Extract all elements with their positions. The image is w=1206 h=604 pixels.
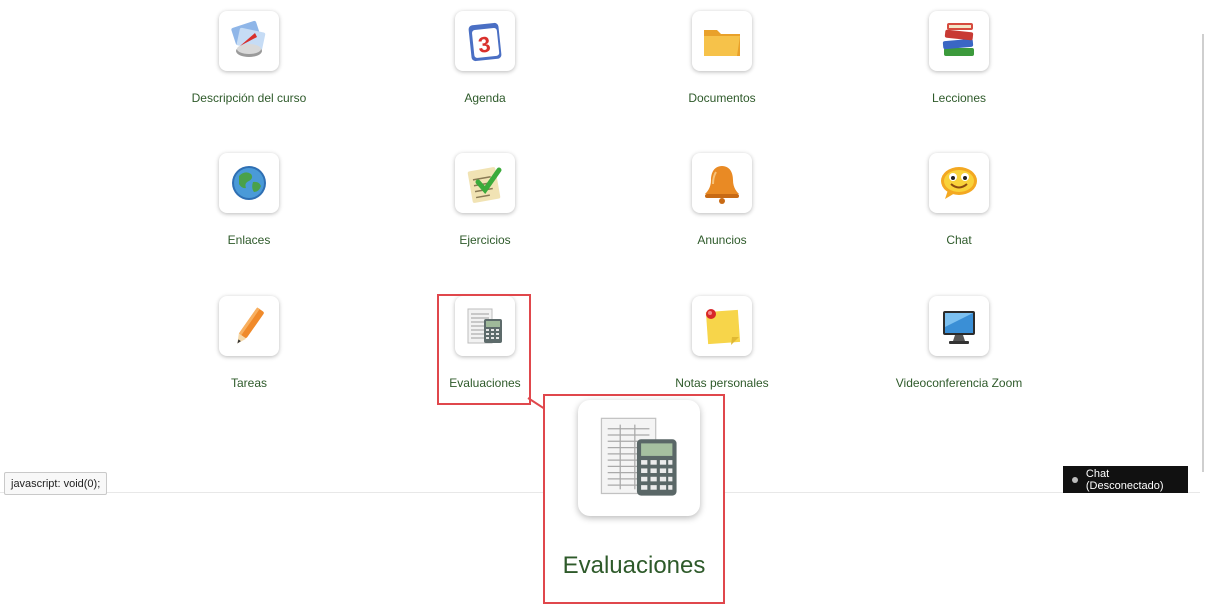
calendar-icon: 3 (455, 11, 515, 71)
tool-links[interactable]: Enlaces (149, 153, 349, 247)
exercise-checklist-icon (455, 153, 515, 213)
tool-label: Descripción del curso (191, 91, 307, 105)
tool-lessons[interactable]: Lecciones (859, 11, 1059, 105)
tool-course-description[interactable]: Descripción del curso (149, 11, 349, 105)
tool-label: Notas personales (675, 376, 769, 390)
calculator-sheet-icon (578, 400, 700, 516)
tool-label: Anuncios (697, 233, 747, 247)
tool-agenda[interactable]: 3 Agenda (385, 11, 585, 105)
chat-status-button[interactable]: Chat (Desconectado) (1063, 466, 1188, 493)
pencil-icon (219, 296, 279, 356)
monitor-icon (929, 296, 989, 356)
calculator-sheet-icon (455, 296, 515, 356)
tool-label: Evaluaciones (449, 376, 521, 390)
tool-label: Tareas (230, 376, 268, 390)
books-icon (929, 11, 989, 71)
tool-label: Enlaces (227, 233, 271, 247)
evaluations-zoom-callout: Evaluaciones (543, 394, 725, 604)
chat-status-dot-icon (1072, 476, 1078, 483)
smiley-chat-icon (929, 153, 989, 213)
tool-personal-notes[interactable]: Notas personales (622, 296, 822, 390)
tool-assignments[interactable]: Tareas (149, 296, 349, 390)
tool-announcements[interactable]: Anuncios (622, 153, 822, 247)
tool-evaluations[interactable]: Evaluaciones (385, 296, 585, 390)
status-bar-url: javascript: void(0); (4, 472, 108, 495)
tool-label: Documentos (688, 91, 756, 105)
tool-zoom-videoconference[interactable]: Videoconferencia Zoom (859, 296, 1059, 390)
tool-documents[interactable]: Documentos (622, 11, 822, 105)
course-description-icon (219, 11, 279, 71)
tool-label: Ejercicios (459, 233, 511, 247)
tool-exercises[interactable]: Ejercicios (385, 153, 585, 247)
globe-icon (219, 153, 279, 213)
tool-label: Lecciones (931, 91, 987, 105)
tool-chat[interactable]: Chat (859, 153, 1059, 247)
folder-icon (692, 11, 752, 71)
zoom-callout-label: Evaluaciones (562, 552, 706, 579)
tool-label: Chat (946, 233, 972, 247)
page-scrollbar[interactable] (1202, 34, 1204, 472)
bell-icon (692, 153, 752, 213)
tool-label: Agenda (464, 91, 506, 105)
tool-label: Videoconferencia Zoom (895, 376, 1023, 390)
chat-status-label: Chat (Desconectado) (1085, 467, 1164, 492)
sticky-note-icon (692, 296, 752, 356)
calendar-day-number: 3 (477, 32, 492, 58)
